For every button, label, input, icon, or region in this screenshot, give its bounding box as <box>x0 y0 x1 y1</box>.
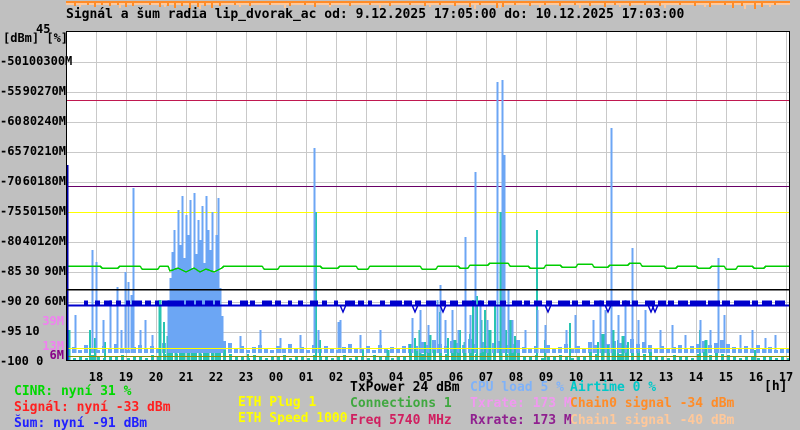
y-axis-row: -55 90 270M <box>0 85 66 98</box>
rate-mark-label: 6M <box>49 348 64 362</box>
y-axis-tick-label: -80 <box>0 234 22 248</box>
y-axis-tick-label: 20 <box>25 294 40 308</box>
y-axis-tick-label: 180M <box>37 174 66 188</box>
signal-noise-graph: Signál a šum radia lip_dvorak_ac od: 9.1… <box>0 0 800 430</box>
legend-eth-plug: ETH Plug 1 <box>238 395 317 410</box>
y-axis-tick-label: -65 <box>0 144 22 158</box>
y-axis-row: -80 40 120M <box>0 235 66 248</box>
y-axis-tick-label: 60M <box>44 294 66 308</box>
legend-txrate: Txrate: 173 M <box>470 396 572 411</box>
y-axis-tick-label: 270M <box>37 84 66 98</box>
legend-chain1: Chain1 signal -40 dBm <box>570 413 735 428</box>
legend-cinr: CINR: nyní 31 % <box>14 384 132 399</box>
x-axis-hour-label: 00 <box>268 370 284 384</box>
y-axis-tick-label: -60 <box>0 114 22 128</box>
x-axis-hour-label: 18 <box>88 370 104 384</box>
legend-rxrate: Rxrate: 173 M <box>470 413 572 428</box>
legend-freq: Freq 5740 MHz <box>350 413 452 428</box>
y-axis-tick-label: 150M <box>37 204 66 218</box>
legend-cpu-load: CPU load 5 % <box>470 380 564 395</box>
x-axis-hour-label: 02 <box>328 370 344 384</box>
y-axis-tick-label: 100 <box>21 54 44 68</box>
y-axis-tick-label: -85 <box>0 264 22 278</box>
y-axis-tick-label: -50 <box>0 54 22 68</box>
legend-txpower: TxPower 24 dBm <box>350 380 460 395</box>
legend-airtime: Airtime 0 % <box>570 380 657 395</box>
y-axis-tick-label: -55 <box>0 84 22 98</box>
x-axis-hour-label: 19 <box>118 370 134 384</box>
legend-chain0: Chain0 signal -34 dBm <box>570 396 735 411</box>
x-axis-hour-label: 14 <box>688 370 704 384</box>
y-axis-tick-label: 60 <box>22 174 38 188</box>
y-axis-tick-label: 240M <box>37 114 66 128</box>
legend-signal: Signál: nyní -33 dBm <box>14 400 171 415</box>
chart-canvas <box>66 1 790 361</box>
y-axis-row: -90 20 60M <box>0 295 66 308</box>
x-axis-hour-label: 01 <box>298 370 314 384</box>
rate-mark-label: 39M <box>42 314 64 328</box>
y-axis-tick-label: 90M <box>44 264 66 278</box>
legend-noise: Šum: nyní -91 dBm <box>14 416 148 430</box>
x-axis-hour-label: 20 <box>148 370 164 384</box>
y-axis-tick-label: 70 <box>22 144 38 158</box>
chart-title: Signál a šum radia lip_dvorak_ac od: 9.1… <box>66 7 685 22</box>
y-axis-row: -85 30 90M <box>0 265 66 278</box>
x-axis-hour-label: 21 <box>178 370 194 384</box>
y-axis-tick-label: 30 <box>25 264 40 278</box>
y-axis-tick-label: 210M <box>37 144 66 158</box>
y-axis-tick-label: 300M <box>43 54 73 68</box>
legend-connections: Connections 1 <box>350 396 452 411</box>
x-axis-hour-label: 15 <box>718 370 734 384</box>
y-axis-tick-label: 90 <box>22 84 38 98</box>
x-axis-hour-label: 22 <box>208 370 224 384</box>
y-axis-row: -60 80 240M <box>0 115 66 128</box>
y-axis-tick-label: -75 <box>0 204 22 218</box>
y-axis-unit-label: [dBm] [%] <box>3 31 69 45</box>
y-axis-row: -75 50 150M <box>0 205 66 218</box>
y-axis-tick-label: 40 <box>22 234 38 248</box>
y-axis-row: -50 100 300M <box>0 54 72 68</box>
y-axis-tick-label: -70 <box>0 174 22 188</box>
y-axis-tick-label: -90 <box>0 294 22 308</box>
y-axis-row: -70 60 180M <box>0 175 66 188</box>
legend-eth-speed: ETH Speed 1000 <box>238 411 348 426</box>
y-axis-tick-label: 50 <box>22 204 38 218</box>
x-axis-hour-label: 23 <box>238 370 254 384</box>
y-axis-tick-label: 80 <box>22 114 38 128</box>
x-axis-unit-label: [h] <box>764 379 788 394</box>
y-axis-row: -65 70 210M <box>0 145 66 158</box>
y-axis-tick-label: 120M <box>37 234 66 248</box>
